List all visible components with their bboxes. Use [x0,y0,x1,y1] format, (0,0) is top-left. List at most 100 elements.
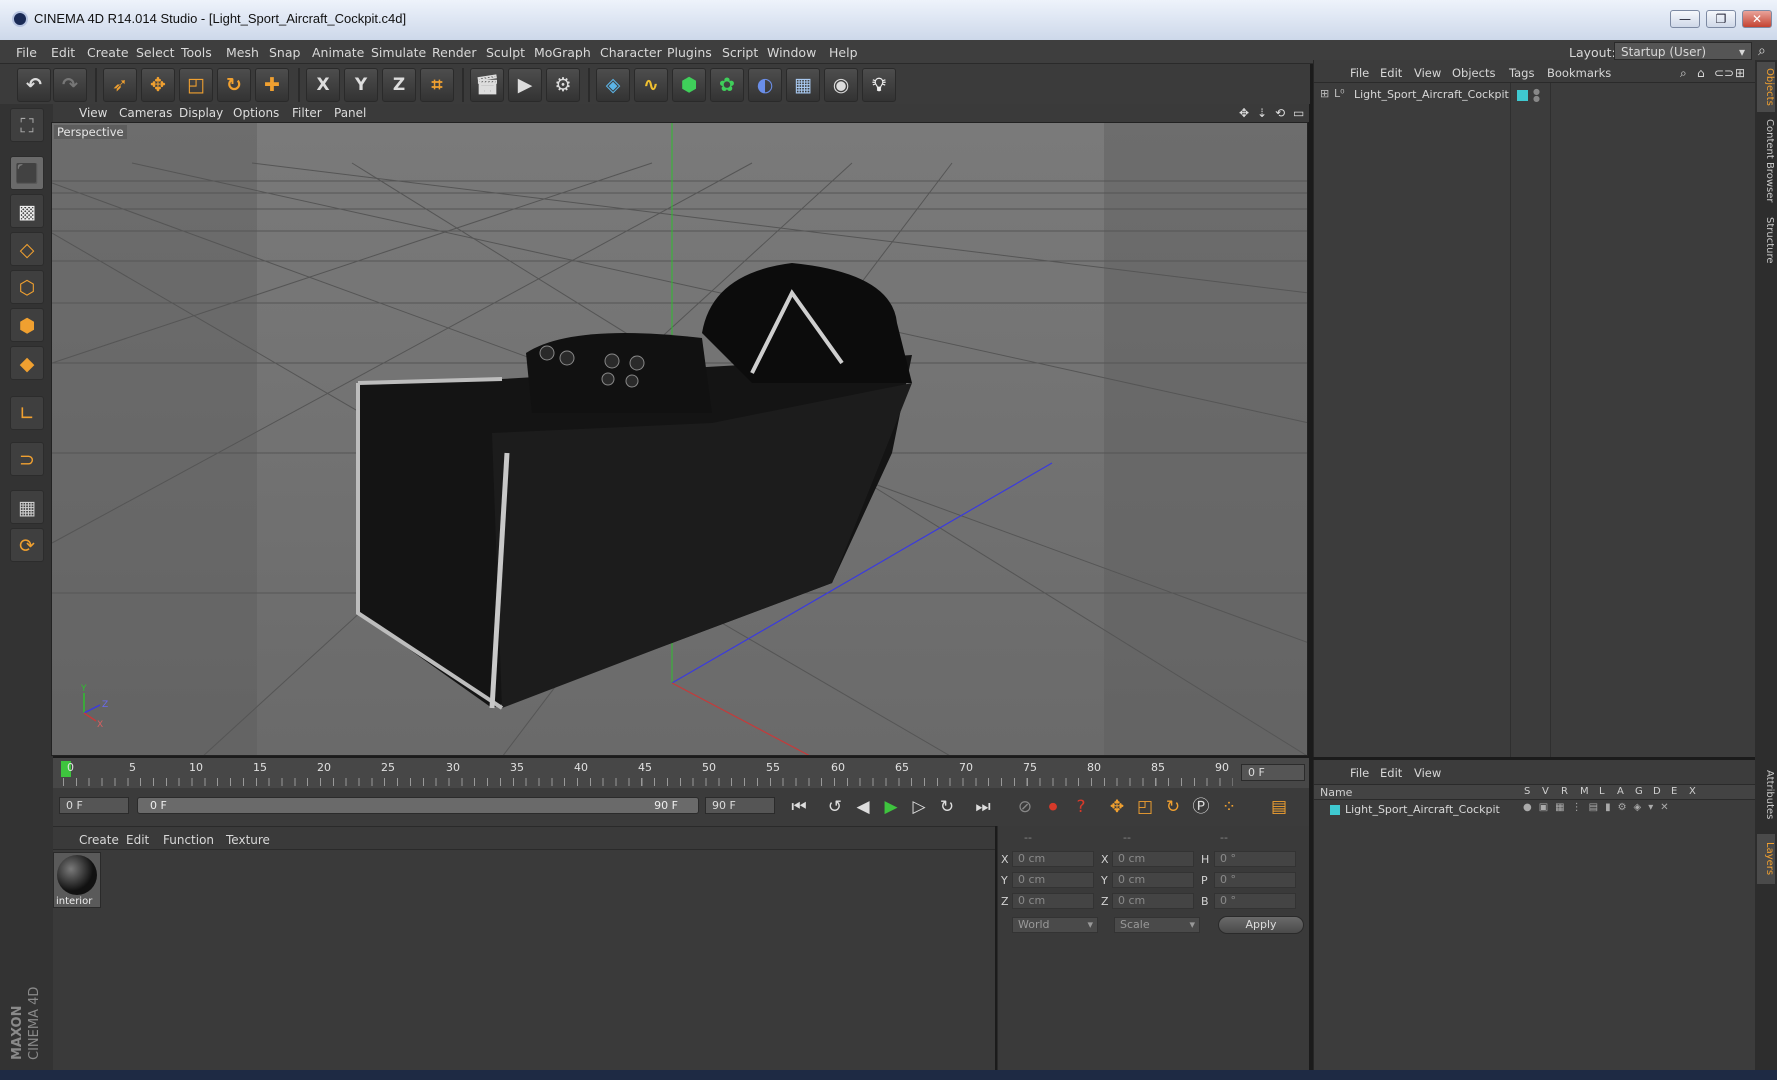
key-parameter-button[interactable]: Ⓟ [1187,793,1215,821]
menu-mesh[interactable]: Mesh [226,45,259,60]
keyframe-selection-button[interactable]: ⊘ [1011,793,1039,821]
key-rotation-button[interactable]: ↻ [1159,793,1187,821]
menu-select[interactable]: Select [136,45,175,60]
move-view-icon[interactable]: ✥ [1239,106,1249,120]
light-button[interactable]: 💡︎ [862,68,896,102]
maximize-view-icon[interactable]: ▭ [1293,106,1304,120]
frame-range-slider[interactable]: 0 F 90 F [137,797,699,814]
tab-content-browser[interactable]: Content Browser [1757,116,1775,206]
menu-help[interactable]: Help [829,45,858,60]
viewport-menu-options[interactable]: Options [233,106,279,120]
position-y-field[interactable]: 0 cm [1012,872,1094,888]
rotation-h-field[interactable]: 0 ° [1214,851,1296,867]
apply-button[interactable]: Apply [1218,916,1304,934]
menu-window[interactable]: Window [767,45,816,60]
menu-animate[interactable]: Animate [312,45,364,60]
workplane-mode-button[interactable]: ◇ [10,232,44,266]
viewport-menu-panel[interactable]: Panel [334,106,366,120]
restore-button[interactable]: ❐ [1706,10,1736,28]
layer-menu-edit[interactable]: Edit [1380,766,1402,780]
timeline-ruler[interactable]: 0 5 10 15 20 25 30 35 40 45 50 55 60 65 … [53,758,1309,788]
key-scale-button[interactable]: ◰ [1131,793,1159,821]
previous-frame-button[interactable]: ◀ [849,793,877,821]
coord-mode-dropdown[interactable]: World ▾ [1012,917,1098,933]
rotation-p-field[interactable]: 0 ° [1214,872,1296,888]
live-selection-tool-button[interactable]: ➶ [103,68,137,102]
layer-color-swatch[interactable] [1330,805,1340,815]
render-view-button[interactable]: 🎬︎ [470,68,504,102]
viewport-menu-view[interactable]: View [79,106,107,120]
cloner-button[interactable]: ✿ [710,68,744,102]
minimize-button[interactable]: — [1670,10,1700,28]
viewport-menu-cameras[interactable]: Cameras [119,106,172,120]
object-menu-objects[interactable]: Objects [1452,66,1495,80]
object-menu-bookmarks[interactable]: Bookmarks [1547,66,1611,80]
edit-render-settings-button[interactable]: ⚙ [546,68,580,102]
material-menu-create[interactable]: Create [79,833,119,847]
rotation-b-field[interactable]: 0 ° [1214,893,1296,909]
autokey-button[interactable]: ? [1067,793,1095,821]
search-icon[interactable]: ⌕ [1758,43,1766,59]
go-to-previous-key-button[interactable]: ↺ [821,793,849,821]
move-tool-button[interactable]: ✥ [141,68,175,102]
points-mode-button[interactable]: ⬡ [10,270,44,304]
texture-mode-button[interactable]: ▩ [10,194,44,228]
zoom-view-icon[interactable]: ⇣ [1257,106,1267,120]
menu-tools[interactable]: Tools [181,45,212,60]
polygons-mode-button[interactable]: ◆ [10,346,44,380]
rotate-tool-button[interactable]: ↻ [217,68,251,102]
material-menu-texture[interactable]: Texture [226,833,270,847]
cube-primitive-button[interactable]: ◈ [596,68,630,102]
layer-color-tag[interactable] [1517,90,1528,101]
record-button[interactable]: ⏺ [1039,793,1067,821]
tab-layers[interactable]: Layers [1757,834,1775,884]
timeline-window-button[interactable]: ▤ [1265,793,1293,821]
object-menu-file[interactable]: File [1350,66,1369,80]
x-axis-lock-button[interactable]: X [306,68,340,102]
redo-button[interactable]: ↷ [53,68,87,102]
size-y-field[interactable]: 0 cm [1112,872,1194,888]
coordinate-system-button[interactable]: ⌗ [420,68,454,102]
menu-render[interactable]: Render [432,45,477,60]
object-row[interactable]: ⊞ L⁰ Light_Sport_Aircraft_Cockpit [1318,86,1509,104]
close-button[interactable]: ✕ [1742,10,1772,28]
locked-workplane-button[interactable]: ⟳ [10,528,44,562]
camera-button[interactable]: ◉ [824,68,858,102]
size-x-field[interactable]: 0 cm [1112,851,1194,867]
material-menu-function[interactable]: Function [163,833,214,847]
position-z-field[interactable]: 0 cm [1012,893,1094,909]
snap-enable-button[interactable]: ▦ [10,490,44,524]
tab-objects[interactable]: Objects [1757,62,1775,112]
end-frame-field[interactable]: 90 F [705,797,775,814]
search-icon[interactable]: ⌕ [1680,66,1687,81]
layer-row[interactable]: Light_Sport_Aircraft_Cockpit ●▣▦⋮▤▮⚙◈▾✕ [1318,802,1754,818]
make-editable-button[interactable]: ⛶ [10,108,44,142]
material-menu-edit[interactable]: Edit [126,833,149,847]
deformer-button[interactable]: ◐ [748,68,782,102]
tab-attributes[interactable]: Attributes [1757,760,1775,830]
rotate-view-icon[interactable]: ⟲ [1275,106,1285,120]
3d-viewport[interactable]: Y Z X Perspective [51,122,1308,756]
undo-button[interactable]: ↶ [17,68,51,102]
menu-simulate[interactable]: Simulate [371,45,426,60]
current-frame-field[interactable]: 0 F [1241,764,1305,781]
link-icon[interactable]: ⊂⊃ [1714,66,1734,80]
menu-mograph[interactable]: MoGraph [534,45,591,60]
go-to-next-key-button[interactable]: ↻ [933,793,961,821]
layout-dropdown[interactable]: Startup (User) ▾ [1614,42,1752,60]
object-menu-edit[interactable]: Edit [1380,66,1402,80]
magnet-tool-button[interactable]: ⊃ [10,442,44,476]
size-mode-dropdown[interactable]: Scale ▾ [1114,917,1200,933]
menu-edit[interactable]: Edit [51,45,75,60]
menu-create[interactable]: Create [87,45,129,60]
edges-mode-button[interactable]: ⬢ [10,308,44,342]
model-mode-button[interactable]: ⬛ [10,156,44,190]
spline-pen-button[interactable]: ∿ [634,68,668,102]
z-axis-lock-button[interactable]: Z [382,68,416,102]
home-icon[interactable]: ⌂ [1697,66,1705,80]
layer-menu-file[interactable]: File [1350,766,1369,780]
menu-plugins[interactable]: Plugins [667,45,712,60]
axis-mode-button[interactable]: ∟ [10,396,44,430]
visibility-dots-icon[interactable]: ● ● [1533,88,1540,103]
menu-character[interactable]: Character [600,45,662,60]
